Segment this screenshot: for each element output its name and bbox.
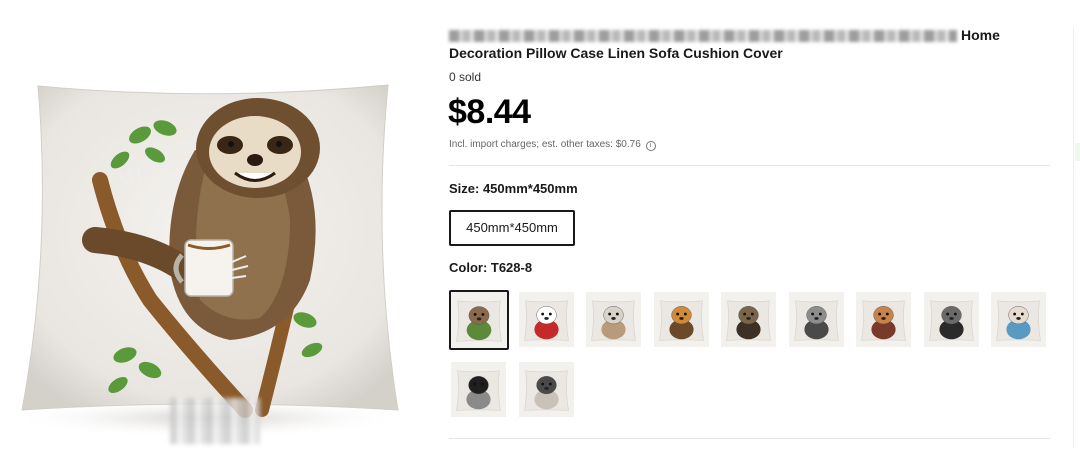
product-title-suffix: Home [961, 27, 1000, 43]
bulldog-thumbnail [856, 292, 911, 347]
color-label: Color: T628-8 [449, 260, 533, 275]
santa-dog-thumbnail [518, 292, 574, 347]
watermark-blur [170, 398, 260, 444]
info-icon[interactable]: i [645, 141, 656, 151]
llama-thumbnail [991, 292, 1046, 347]
color-swatch-cat[interactable] [653, 292, 709, 347]
wolf-thumbnail [788, 292, 844, 347]
title-redacted-blur [449, 30, 957, 42]
tax-note-text: Incl. import charges; est. other taxes: … [449, 139, 641, 150]
black-cat-thumbnail [451, 362, 506, 417]
tax-note: Incl. import charges; est. other taxes: … [449, 139, 656, 151]
color-swatch-sloth[interactable] [449, 290, 509, 350]
raccoon-thumbnail [923, 292, 979, 347]
color-swatch-hedgehog[interactable] [586, 292, 641, 347]
product-image[interactable] [0, 0, 420, 455]
sold-count: 0 sold [449, 70, 482, 84]
hedgehog-thumbnail [586, 292, 641, 347]
color-swatch-tabby-cat[interactable] [518, 362, 574, 417]
color-swatch-bulldog[interactable] [856, 292, 911, 347]
color-swatch-llama[interactable] [991, 292, 1046, 347]
divider [449, 438, 1050, 439]
color-swatch-wolf[interactable] [788, 292, 844, 347]
product-title: Decoration Pillow Case Linen Sofa Cushio… [449, 45, 783, 61]
size-option-450mm[interactable]: 450mm*450mm [449, 210, 575, 246]
scrollbar-thumb[interactable] [1075, 143, 1080, 161]
product-title-line1: Home [449, 26, 1009, 46]
size-label: Size: 450mm*450mm [449, 181, 578, 196]
scrollbar-track[interactable] [1073, 28, 1074, 448]
owl-thumbnail [721, 292, 776, 347]
color-swatch-black-cat[interactable] [451, 362, 506, 417]
sloth-thumbnail [451, 292, 507, 348]
tabby-cat-thumbnail [518, 362, 574, 417]
divider [449, 165, 1050, 166]
price: $8.44 [448, 93, 531, 131]
pillow-illustration [10, 84, 410, 438]
color-swatch-santa-dog[interactable] [518, 292, 574, 347]
cat-thumbnail [653, 292, 709, 347]
color-swatch-owl[interactable] [721, 292, 776, 347]
color-swatch-raccoon[interactable] [923, 292, 979, 347]
